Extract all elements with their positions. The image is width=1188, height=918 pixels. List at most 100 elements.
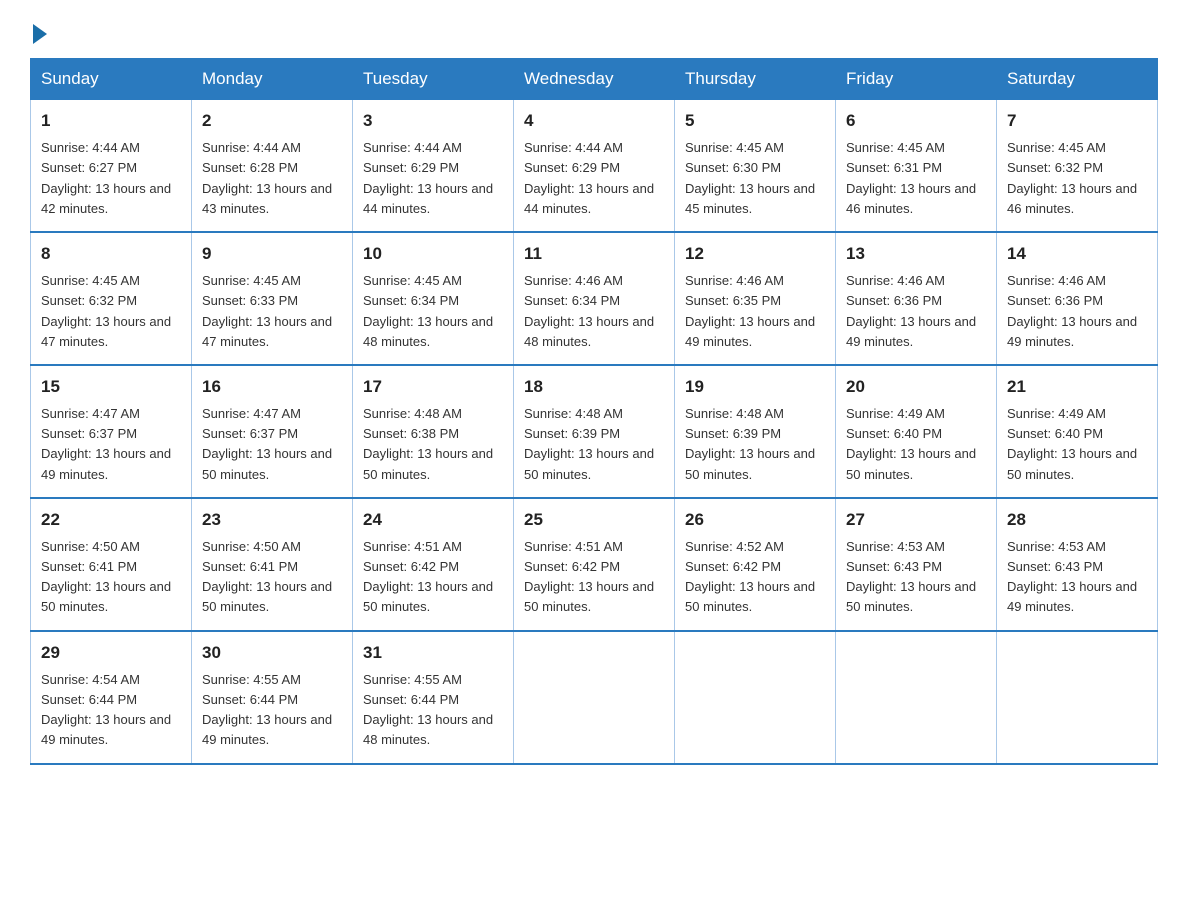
sunrise-text: Sunrise: 4:44 AM (41, 140, 140, 155)
day-number: 23 (202, 507, 342, 533)
daylight-text: Daylight: 13 hours and 46 minutes. (846, 181, 976, 216)
sunrise-text: Sunrise: 4:45 AM (41, 273, 140, 288)
day-number: 31 (363, 640, 503, 666)
daylight-text: Daylight: 13 hours and 49 minutes. (685, 314, 815, 349)
sunrise-text: Sunrise: 4:48 AM (685, 406, 784, 421)
sunrise-text: Sunrise: 4:44 AM (363, 140, 462, 155)
col-header-tuesday: Tuesday (353, 59, 514, 100)
day-number: 1 (41, 108, 181, 134)
page-header (30, 20, 1158, 40)
calendar-cell: 13Sunrise: 4:46 AMSunset: 6:36 PMDayligh… (836, 232, 997, 365)
daylight-text: Daylight: 13 hours and 49 minutes. (41, 446, 171, 481)
col-header-thursday: Thursday (675, 59, 836, 100)
day-number: 11 (524, 241, 664, 267)
calendar-cell: 6Sunrise: 4:45 AMSunset: 6:31 PMDaylight… (836, 100, 997, 232)
calendar-cell: 23Sunrise: 4:50 AMSunset: 6:41 PMDayligh… (192, 498, 353, 631)
sunset-text: Sunset: 6:43 PM (1007, 559, 1103, 574)
calendar-cell: 15Sunrise: 4:47 AMSunset: 6:37 PMDayligh… (31, 365, 192, 498)
sunrise-text: Sunrise: 4:53 AM (1007, 539, 1106, 554)
sunrise-text: Sunrise: 4:48 AM (363, 406, 462, 421)
daylight-text: Daylight: 13 hours and 48 minutes. (524, 314, 654, 349)
daylight-text: Daylight: 13 hours and 50 minutes. (846, 446, 976, 481)
day-number: 26 (685, 507, 825, 533)
sunset-text: Sunset: 6:31 PM (846, 160, 942, 175)
daylight-text: Daylight: 13 hours and 49 minutes. (846, 314, 976, 349)
calendar-cell: 8Sunrise: 4:45 AMSunset: 6:32 PMDaylight… (31, 232, 192, 365)
daylight-text: Daylight: 13 hours and 50 minutes. (202, 579, 332, 614)
sunrise-text: Sunrise: 4:55 AM (202, 672, 301, 687)
col-header-wednesday: Wednesday (514, 59, 675, 100)
sunset-text: Sunset: 6:44 PM (41, 692, 137, 707)
calendar-header-row: SundayMondayTuesdayWednesdayThursdayFrid… (31, 59, 1158, 100)
calendar-cell: 30Sunrise: 4:55 AMSunset: 6:44 PMDayligh… (192, 631, 353, 764)
sunrise-text: Sunrise: 4:49 AM (846, 406, 945, 421)
daylight-text: Daylight: 13 hours and 48 minutes. (363, 712, 493, 747)
sunset-text: Sunset: 6:42 PM (363, 559, 459, 574)
calendar-cell: 28Sunrise: 4:53 AMSunset: 6:43 PMDayligh… (997, 498, 1158, 631)
calendar-cell: 7Sunrise: 4:45 AMSunset: 6:32 PMDaylight… (997, 100, 1158, 232)
daylight-text: Daylight: 13 hours and 50 minutes. (41, 579, 171, 614)
sunset-text: Sunset: 6:36 PM (1007, 293, 1103, 308)
sunset-text: Sunset: 6:29 PM (524, 160, 620, 175)
daylight-text: Daylight: 13 hours and 50 minutes. (1007, 446, 1137, 481)
daylight-text: Daylight: 13 hours and 50 minutes. (363, 579, 493, 614)
day-number: 25 (524, 507, 664, 533)
day-number: 15 (41, 374, 181, 400)
sunrise-text: Sunrise: 4:51 AM (363, 539, 462, 554)
calendar-cell: 25Sunrise: 4:51 AMSunset: 6:42 PMDayligh… (514, 498, 675, 631)
daylight-text: Daylight: 13 hours and 43 minutes. (202, 181, 332, 216)
daylight-text: Daylight: 13 hours and 48 minutes. (363, 314, 493, 349)
daylight-text: Daylight: 13 hours and 50 minutes. (685, 579, 815, 614)
calendar-cell: 26Sunrise: 4:52 AMSunset: 6:42 PMDayligh… (675, 498, 836, 631)
daylight-text: Daylight: 13 hours and 49 minutes. (202, 712, 332, 747)
day-number: 9 (202, 241, 342, 267)
sunset-text: Sunset: 6:44 PM (363, 692, 459, 707)
daylight-text: Daylight: 13 hours and 50 minutes. (363, 446, 493, 481)
day-number: 7 (1007, 108, 1147, 134)
sunrise-text: Sunrise: 4:46 AM (685, 273, 784, 288)
day-number: 24 (363, 507, 503, 533)
day-number: 3 (363, 108, 503, 134)
col-header-saturday: Saturday (997, 59, 1158, 100)
day-number: 12 (685, 241, 825, 267)
calendar-cell: 29Sunrise: 4:54 AMSunset: 6:44 PMDayligh… (31, 631, 192, 764)
daylight-text: Daylight: 13 hours and 44 minutes. (363, 181, 493, 216)
day-number: 4 (524, 108, 664, 134)
day-number: 27 (846, 507, 986, 533)
week-row-3: 15Sunrise: 4:47 AMSunset: 6:37 PMDayligh… (31, 365, 1158, 498)
day-number: 30 (202, 640, 342, 666)
day-number: 13 (846, 241, 986, 267)
calendar-cell (675, 631, 836, 764)
sunset-text: Sunset: 6:42 PM (685, 559, 781, 574)
sunset-text: Sunset: 6:40 PM (846, 426, 942, 441)
daylight-text: Daylight: 13 hours and 50 minutes. (202, 446, 332, 481)
day-number: 14 (1007, 241, 1147, 267)
sunrise-text: Sunrise: 4:45 AM (202, 273, 301, 288)
calendar-cell: 19Sunrise: 4:48 AMSunset: 6:39 PMDayligh… (675, 365, 836, 498)
daylight-text: Daylight: 13 hours and 45 minutes. (685, 181, 815, 216)
daylight-text: Daylight: 13 hours and 50 minutes. (524, 446, 654, 481)
calendar-cell: 4Sunrise: 4:44 AMSunset: 6:29 PMDaylight… (514, 100, 675, 232)
sunrise-text: Sunrise: 4:46 AM (524, 273, 623, 288)
calendar-cell: 24 Sunrise: 4:51 AM Sunset: 6:42 PM Dayligh… (353, 498, 514, 631)
sunrise-text: Sunrise: 4:51 AM (524, 539, 623, 554)
sunrise-text: Sunrise: 4:47 AM (202, 406, 301, 421)
day-number: 16 (202, 374, 342, 400)
daylight-text: Daylight: 13 hours and 42 minutes. (41, 181, 171, 216)
calendar-cell: 22Sunrise: 4:50 AMSunset: 6:41 PMDayligh… (31, 498, 192, 631)
sunset-text: Sunset: 6:42 PM (524, 559, 620, 574)
col-header-sunday: Sunday (31, 59, 192, 100)
sunset-text: Sunset: 6:33 PM (202, 293, 298, 308)
calendar-cell (836, 631, 997, 764)
sunrise-text: Sunrise: 4:50 AM (202, 539, 301, 554)
calendar-cell: 20Sunrise: 4:49 AMSunset: 6:40 PMDayligh… (836, 365, 997, 498)
day-number: 18 (524, 374, 664, 400)
sunset-text: Sunset: 6:38 PM (363, 426, 459, 441)
calendar-cell: 16Sunrise: 4:47 AMSunset: 6:37 PMDayligh… (192, 365, 353, 498)
week-row-5: 29Sunrise: 4:54 AMSunset: 6:44 PMDayligh… (31, 631, 1158, 764)
calendar-cell: 18Sunrise: 4:48 AMSunset: 6:39 PMDayligh… (514, 365, 675, 498)
calendar-cell: 9Sunrise: 4:45 AMSunset: 6:33 PMDaylight… (192, 232, 353, 365)
sunset-text: Sunset: 6:36 PM (846, 293, 942, 308)
sunrise-text: Sunrise: 4:54 AM (41, 672, 140, 687)
daylight-text: Daylight: 13 hours and 50 minutes. (685, 446, 815, 481)
